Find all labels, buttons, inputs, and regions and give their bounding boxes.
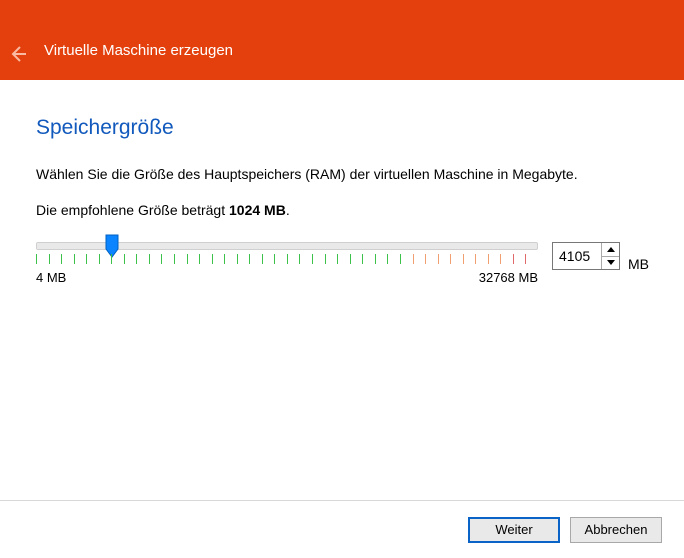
wizard-header: Virtuelle Maschine erzeugen — [0, 0, 684, 80]
memory-slider[interactable]: 4 MB 32768 MB — [36, 242, 538, 285]
page-description: Wählen Sie die Größe des Hauptspeichers … — [36, 166, 648, 182]
memory-row: 4 MB 32768 MB MB — [36, 242, 648, 285]
memory-unit: MB — [628, 256, 649, 272]
recommended-size: Die empfohlene Größe beträgt 1024 MB. — [36, 202, 648, 218]
memory-input[interactable] — [553, 243, 601, 269]
next-button[interactable]: Weiter — [468, 517, 560, 543]
slider-track[interactable] — [36, 242, 538, 250]
wizard-title: Virtuelle Maschine erzeugen — [44, 42, 233, 59]
slider-fill — [37, 243, 112, 249]
slider-ticks — [36, 254, 538, 264]
recommended-suffix: . — [286, 202, 290, 218]
wizard-footer: Weiter Abbrechen — [0, 500, 684, 558]
memory-spinner[interactable] — [552, 242, 620, 270]
slider-labels: 4 MB 32768 MB — [36, 270, 538, 285]
recommended-prefix: Die empfohlene Größe beträgt — [36, 202, 229, 218]
recommended-value: 1024 MB — [229, 202, 286, 218]
back-arrow-icon[interactable] — [8, 44, 28, 64]
spinner-down-icon[interactable] — [602, 257, 619, 270]
spinner-up-icon[interactable] — [602, 243, 619, 257]
slider-min-label: 4 MB — [36, 270, 66, 285]
slider-max-label: 32768 MB — [479, 270, 538, 285]
page-heading: Speichergröße — [36, 116, 648, 140]
cancel-button[interactable]: Abbrechen — [570, 517, 662, 543]
wizard-panel: Speichergröße Wählen Sie die Größe des H… — [0, 80, 684, 285]
